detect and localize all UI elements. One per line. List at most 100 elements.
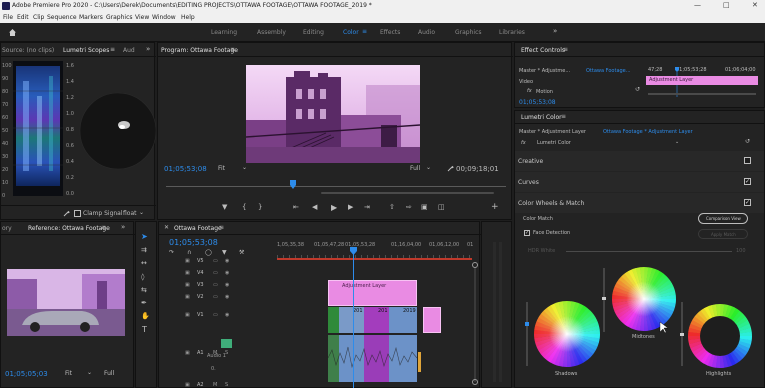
ec-master-label[interactable]: Master * Adjustme... bbox=[519, 68, 570, 74]
reference-timecode[interactable]: 01;05;05;03 bbox=[5, 370, 48, 378]
sync-lock-icon[interactable]: ▭ bbox=[213, 294, 218, 300]
ec-sequence-label[interactable]: Ottawa Footage... bbox=[586, 68, 631, 74]
track-select-tool-icon[interactable]: ⇉ bbox=[141, 246, 147, 254]
menu-file[interactable]: File bbox=[3, 14, 13, 21]
solo-icon[interactable]: S bbox=[225, 382, 228, 388]
reference-fit-dropdown[interactable]: Fit bbox=[65, 370, 72, 377]
timeline-playhead[interactable] bbox=[353, 247, 354, 388]
program-scrub-bar[interactable] bbox=[166, 180, 506, 194]
step-back-icon[interactable]: ◀ bbox=[312, 203, 317, 211]
ec-motion-label[interactable]: Motion bbox=[536, 89, 553, 95]
lumetri-color-menu-icon[interactable]: ≡ bbox=[561, 113, 566, 120]
eye-icon[interactable]: ◉ bbox=[225, 294, 229, 300]
tab-effect-controls[interactable]: Effect Controls bbox=[521, 47, 565, 54]
mark-in-icon[interactable]: { bbox=[242, 203, 246, 211]
highlights-wheel[interactable] bbox=[688, 304, 752, 368]
workspace-graphics[interactable]: Graphics bbox=[455, 29, 482, 36]
lock-icon[interactable]: ▣ bbox=[185, 282, 190, 288]
menu-window[interactable]: Window bbox=[152, 14, 176, 21]
v1-clip-pink[interactable] bbox=[423, 307, 441, 333]
menu-markers[interactable]: Markers bbox=[79, 14, 103, 21]
effect-controls-menu-icon[interactable]: ≡ bbox=[563, 46, 568, 53]
v1-clip-green[interactable] bbox=[328, 307, 339, 333]
more-tabs-icon[interactable]: » bbox=[121, 223, 125, 231]
ec-adjustment-clip[interactable]: Adjustment Layer bbox=[646, 76, 758, 85]
menu-help[interactable]: Help bbox=[181, 14, 195, 21]
tab-timeline[interactable]: Ottawa Footage bbox=[174, 225, 222, 232]
add-marker-icon[interactable]: ▼ bbox=[222, 203, 227, 211]
menu-sequence[interactable]: Sequence bbox=[47, 14, 77, 21]
close-icon[interactable]: ✕ bbox=[164, 224, 169, 231]
lock-icon[interactable]: ▣ bbox=[185, 382, 190, 388]
lc-effect-label[interactable]: Lumetri Color bbox=[537, 140, 571, 146]
menu-clip[interactable]: Clip bbox=[33, 14, 44, 21]
wrench-icon[interactable] bbox=[63, 210, 70, 217]
workspace-color-menu-icon[interactable]: ≡ bbox=[362, 28, 367, 35]
lock-icon[interactable]: ▣ bbox=[185, 258, 190, 264]
comparison-view-button[interactable]: Comparison View bbox=[698, 213, 748, 224]
snap-icon[interactable]: ∩ bbox=[187, 249, 191, 256]
home-icon[interactable] bbox=[8, 28, 17, 37]
minimize-icon[interactable]: — bbox=[694, 1, 701, 9]
workspace-color[interactable]: Color bbox=[343, 29, 359, 36]
tab-scopes-menu-icon[interactable]: ≡ bbox=[110, 46, 115, 53]
slip-tool-icon[interactable]: ⇆ bbox=[141, 286, 147, 294]
workspace-libraries[interactable]: Libraries bbox=[499, 29, 525, 36]
comparison-view-icon[interactable]: ◫ bbox=[438, 203, 445, 211]
shadows-wheel[interactable] bbox=[534, 301, 600, 367]
lock-icon[interactable]: ▣ bbox=[185, 294, 190, 300]
nest-icon[interactable]: ↷ bbox=[169, 249, 174, 256]
curves-checkbox[interactable]: ✓ bbox=[744, 178, 751, 185]
zoom-bar[interactable] bbox=[321, 192, 494, 194]
program-menu-icon[interactable]: ≡ bbox=[230, 46, 235, 53]
timeline-timecode[interactable]: 01;05;53;08 bbox=[169, 238, 218, 247]
lock-icon[interactable]: ▣ bbox=[185, 312, 190, 318]
eye-icon[interactable]: ◉ bbox=[225, 258, 229, 264]
eye-icon[interactable]: ◉ bbox=[225, 270, 229, 276]
go-to-out-icon[interactable]: ⇥ bbox=[364, 203, 370, 211]
tab-lumetri-scopes[interactable]: Lumetri Scopes bbox=[63, 47, 109, 54]
workspace-assembly[interactable]: Assembly bbox=[257, 29, 286, 36]
curves-section[interactable] bbox=[515, 172, 764, 192]
ripple-edit-tool-icon[interactable]: ↔ bbox=[141, 259, 147, 267]
color-wheels-checkbox[interactable]: ✓ bbox=[744, 199, 751, 206]
work-area-bar[interactable] bbox=[277, 258, 472, 260]
reference-quality-dropdown[interactable]: Full bbox=[104, 370, 114, 377]
more-workspaces-icon[interactable]: » bbox=[553, 27, 557, 35]
step-forward-icon[interactable]: ▶ bbox=[348, 203, 353, 211]
add-marker-icon[interactable]: ▼ bbox=[222, 249, 227, 256]
tab-program[interactable]: Program: Ottawa Footage bbox=[161, 47, 238, 54]
midtones-slider-handle[interactable] bbox=[602, 297, 606, 300]
curves-section-label[interactable]: Curves bbox=[518, 179, 539, 186]
face-detection-checkbox[interactable]: ✓ bbox=[524, 230, 530, 236]
workspace-learning[interactable]: Learning bbox=[211, 29, 237, 36]
highlights-slider-handle[interactable] bbox=[680, 333, 684, 336]
v1-clip-3[interactable]: 2019 bbox=[389, 307, 417, 333]
creative-section-label[interactable]: Creative bbox=[518, 158, 543, 165]
playhead-icon[interactable] bbox=[290, 180, 296, 189]
eye-icon[interactable]: ◉ bbox=[225, 312, 229, 318]
lock-icon[interactable]: ▣ bbox=[185, 350, 190, 356]
linked-selection-icon[interactable]: ◯ bbox=[205, 249, 212, 256]
sync-lock-icon[interactable]: ▭ bbox=[213, 270, 218, 276]
lift-icon[interactable]: ⇧ bbox=[389, 203, 395, 211]
maximize-icon[interactable]: □ bbox=[723, 1, 730, 9]
v1-clip-1[interactable]: 201 bbox=[339, 307, 364, 333]
track-header[interactable]: ▣ V2 ▭ ◉ bbox=[159, 294, 277, 304]
tab-history[interactable]: ory bbox=[2, 225, 12, 232]
menu-graphics[interactable]: Graphics bbox=[106, 14, 133, 21]
hdr-white-slider[interactable] bbox=[566, 251, 732, 252]
track-header[interactable]: ▣ A2 M S bbox=[159, 382, 277, 388]
close-icon[interactable]: ✕ bbox=[752, 1, 758, 9]
tab-lumetri-color[interactable]: Lumetri Color bbox=[521, 114, 562, 121]
timeline-playhead-icon[interactable] bbox=[350, 247, 357, 255]
track-header[interactable]: ▣ V1 ▭ ◉ bbox=[159, 312, 277, 322]
program-quality-dropdown[interactable]: Full bbox=[410, 165, 420, 172]
workspace-editing[interactable]: Editing bbox=[303, 29, 324, 36]
reference-menu-icon[interactable]: ≡ bbox=[101, 224, 106, 231]
reset-icon[interactable]: ↺ bbox=[635, 86, 640, 93]
workspace-effects[interactable]: Effects bbox=[380, 29, 400, 36]
clamp-signal-checkbox[interactable] bbox=[74, 210, 81, 217]
toggle-track-output-icon[interactable] bbox=[221, 339, 232, 348]
mute-icon[interactable]: M bbox=[213, 382, 217, 388]
